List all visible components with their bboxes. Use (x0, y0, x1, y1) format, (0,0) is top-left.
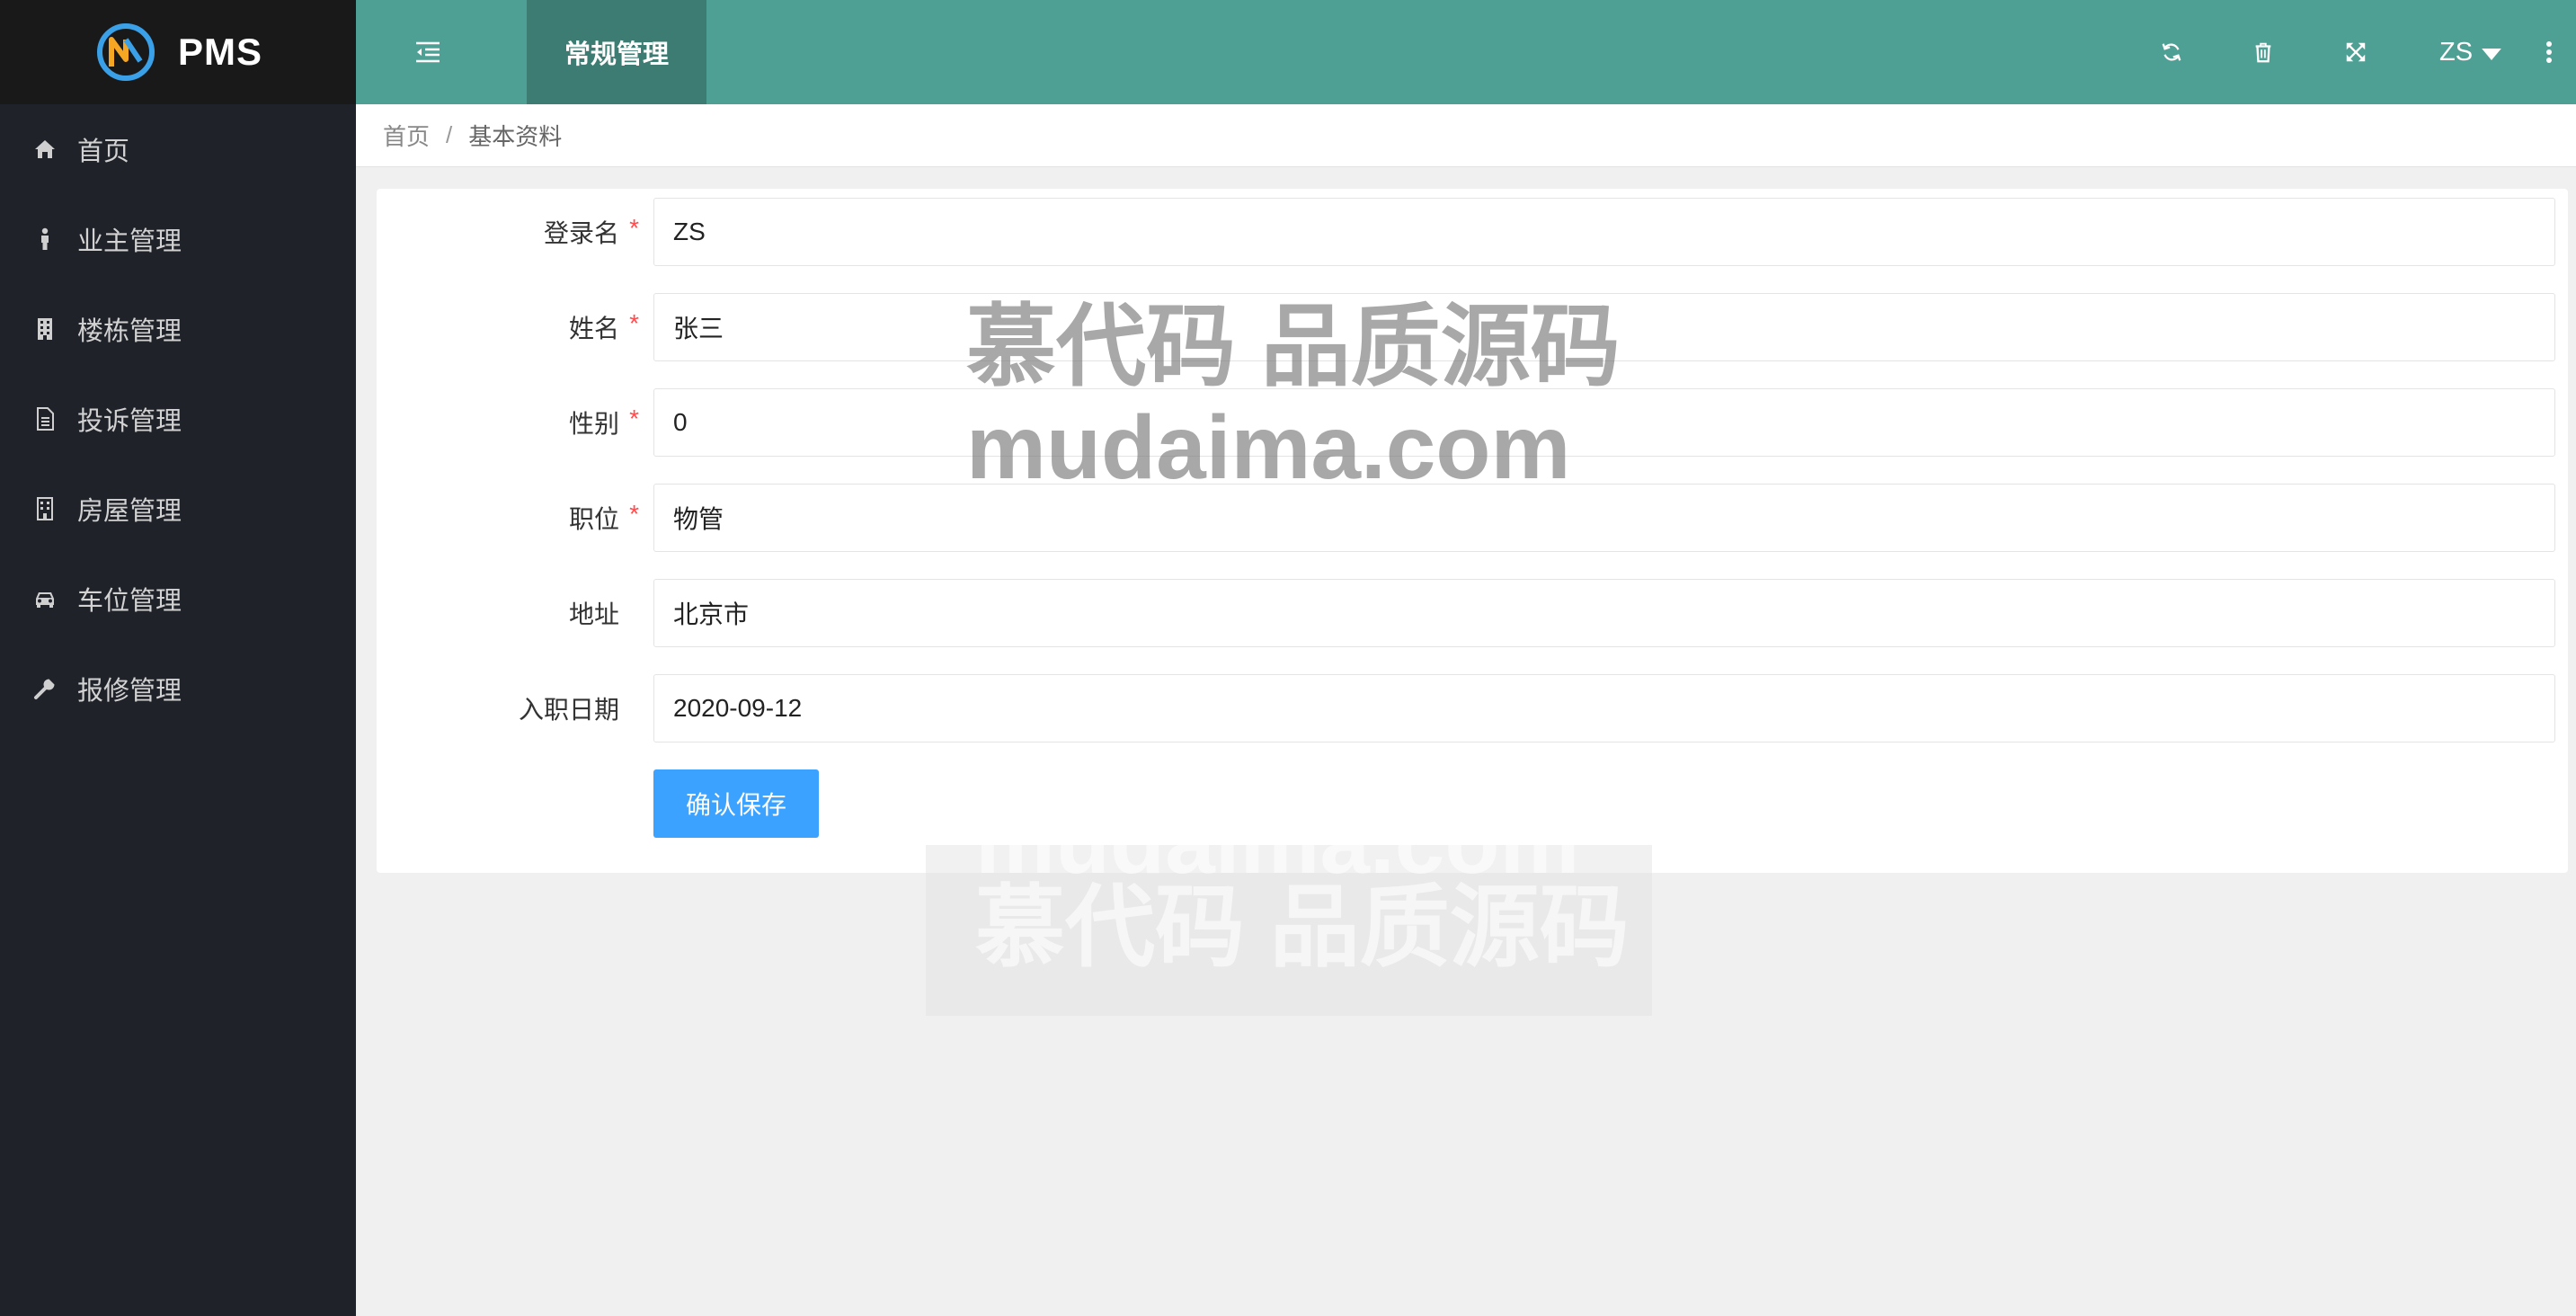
full-name-label: 姓名 * (568, 309, 639, 342)
building-icon (31, 315, 59, 343)
trash-icon[interactable] (2245, 34, 2281, 70)
document-icon (31, 405, 59, 433)
house-icon (31, 494, 59, 523)
sidebar-item-label: 楼栋管理 (77, 317, 182, 346)
required-mark: * (629, 214, 639, 242)
sidebar-item-label: 车位管理 (77, 587, 182, 616)
sidebar: PMS 首页 业主管理 楼栋管理 投诉管理 房屋管理 车位管理 报修管理 (0, 0, 356, 1316)
wrench-icon (31, 674, 59, 703)
required-mark: * (629, 405, 639, 432)
sidebar-item-parking[interactable]: 车位管理 (0, 554, 356, 644)
watermark-line: mudaima.com (966, 397, 1571, 498)
gender-label: 性别 * (568, 405, 639, 438)
hire-date-input[interactable] (653, 674, 2555, 742)
watermark-faded: mudaima.com 慕代码 品质源码 (926, 845, 1652, 1016)
breadcrumb-separator: / (446, 121, 453, 148)
user-name: ZS (2439, 37, 2474, 67)
sidebar-nav: 首页 业主管理 楼栋管理 投诉管理 房屋管理 车位管理 报修管理 (0, 104, 356, 734)
login-name-input[interactable] (653, 198, 2555, 266)
hire-date-label: 入职日期 (518, 696, 619, 724)
required-mark: * (629, 500, 639, 528)
more-vertical-icon[interactable] (2540, 34, 2558, 70)
breadcrumb: 首页 / 基本资料 (356, 104, 2576, 167)
sidebar-item-label: 业主管理 (77, 227, 182, 256)
caret-down-icon (2482, 38, 2501, 67)
user-menu[interactable]: ZS (2439, 0, 2501, 104)
sidebar-item-home[interactable]: 首页 (0, 104, 356, 194)
logo-text: PMS (177, 31, 262, 73)
refresh-icon[interactable] (2154, 34, 2190, 70)
form-row-address: 地址 (377, 579, 2568, 647)
tab-general-management[interactable]: 常规管理 (527, 0, 706, 104)
watermark-overlay: 慕代码 品质源码 mudaima.com (966, 297, 1621, 498)
address-label: 地址 (568, 600, 619, 628)
sidebar-item-repairs[interactable]: 报修管理 (0, 644, 356, 734)
sidebar-item-owners[interactable]: 业主管理 (0, 194, 356, 284)
save-button[interactable]: 确认保存 (653, 769, 819, 838)
logo-icon (96, 23, 155, 81)
required-mark: * (629, 309, 639, 337)
watermark-line: 慕代码 品质源码 (966, 297, 1621, 397)
profile-form-card: 登录名* 姓名* 性别* 职位* 地址 入职日期 确认保存 (377, 189, 2568, 873)
menu-toggle-icon[interactable] (410, 34, 446, 70)
sidebar-item-houses[interactable]: 房屋管理 (0, 464, 356, 554)
sidebar-item-label: 投诉管理 (77, 407, 182, 436)
login-name-label: 登录名 * (543, 214, 639, 247)
sidebar-item-label: 房屋管理 (77, 497, 182, 526)
person-icon (31, 225, 59, 253)
breadcrumb-current: 基本资料 (468, 123, 563, 150)
address-input[interactable] (653, 579, 2555, 647)
car-icon (31, 584, 59, 613)
logo-bar[interactable]: PMS (0, 0, 356, 104)
sidebar-item-label: 首页 (77, 138, 130, 166)
sidebar-item-buildings[interactable]: 楼栋管理 (0, 284, 356, 374)
watermark-line: 慕代码 品质源码 (975, 877, 1630, 978)
form-row-hire-date: 入职日期 (377, 674, 2568, 742)
form-row-login-name: 登录名 * (377, 198, 2568, 266)
top-header: 常规管理 ZS (356, 0, 2576, 104)
sidebar-item-complaints[interactable]: 投诉管理 (0, 374, 356, 464)
position-label: 职位 * (568, 500, 639, 533)
breadcrumb-home[interactable]: 首页 (383, 119, 430, 152)
home-icon (31, 135, 59, 164)
fullscreen-icon[interactable] (2338, 34, 2374, 70)
sidebar-item-label: 报修管理 (77, 677, 182, 706)
